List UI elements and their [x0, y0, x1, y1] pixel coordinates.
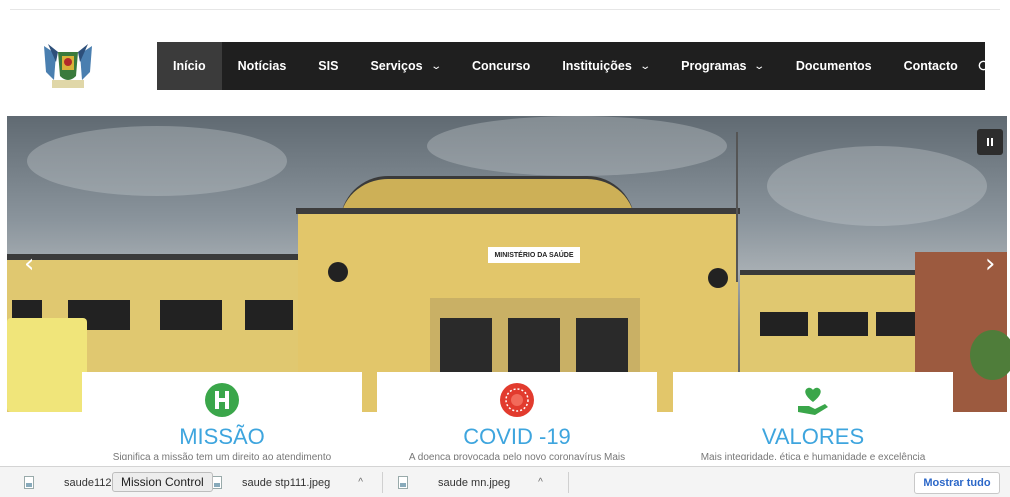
- download-item[interactable]: saude stp111.jpeg ^: [212, 467, 363, 497]
- nav-item-programas[interactable]: Programas ⌄: [665, 42, 780, 90]
- card-valores[interactable]: VALORES Mais integridade, ética e humani…: [673, 372, 953, 462]
- nav-label: SIS: [318, 59, 339, 73]
- chevron-down-icon: ⌄: [753, 60, 766, 72]
- file-icon: [24, 476, 34, 489]
- nav-item-instituicoes[interactable]: Instituições ⌄: [546, 42, 665, 90]
- download-filename: saude112: [64, 476, 112, 489]
- nav-label: Concurso: [471, 59, 531, 73]
- heart-hand-icon: [798, 387, 828, 415]
- main-nav: Início Notícias SIS Serviços ⌄ Concurso I…: [157, 42, 991, 90]
- sky-cloud: [767, 146, 987, 226]
- card-text: A doença provocada pelo novo coronavírus…: [408, 452, 626, 460]
- virus-icon: [500, 383, 534, 417]
- coat-of-arms-logo[interactable]: [40, 42, 96, 92]
- antenna-pole: [736, 132, 738, 282]
- card-title: VALORES: [761, 424, 865, 449]
- roof-edge: [7, 254, 307, 260]
- window: [160, 300, 222, 330]
- ambulance: [7, 318, 87, 412]
- download-item[interactable]: saude mn.jpeg ^: [398, 467, 543, 497]
- pause-icon: [987, 138, 993, 146]
- download-filename: saude stp111.jpeg: [242, 476, 331, 489]
- sky-cloud: [27, 126, 287, 196]
- window: [760, 312, 808, 336]
- nav-item-servicos[interactable]: Serviços ⌄: [354, 42, 456, 90]
- nav-label: Instituições: [562, 59, 632, 73]
- file-icon: [212, 476, 222, 489]
- tooltip: Mission Control: [112, 472, 213, 492]
- slider-prev-button[interactable]: ‹: [24, 251, 34, 277]
- card-covid[interactable]: COVID -19 A doença provocada pelo novo c…: [377, 372, 657, 462]
- chevron-up-icon[interactable]: ^: [358, 477, 363, 488]
- nav-label: Contacto: [903, 59, 958, 73]
- divider: [382, 472, 383, 493]
- nav-item-noticias[interactable]: Notícias: [222, 42, 303, 90]
- sky-cloud: [427, 116, 727, 176]
- roof-edge: [296, 208, 740, 214]
- chevron-down-icon: ⌄: [429, 60, 442, 72]
- search-button[interactable]: [978, 42, 991, 90]
- chevron-up-icon[interactable]: ^: [538, 477, 543, 488]
- pause-button[interactable]: [977, 129, 1003, 155]
- divider: [568, 472, 569, 493]
- show-all-button[interactable]: Mostrar tudo: [914, 472, 1000, 494]
- nav-label: Programas: [681, 59, 747, 73]
- tree: [970, 330, 1010, 380]
- hospital-h-icon: [205, 383, 239, 417]
- card-title: MISSÃO: [179, 424, 265, 449]
- round-window: [328, 262, 348, 282]
- nav-label: Notícias: [237, 59, 287, 73]
- download-filename: saude mn.jpeg: [438, 476, 511, 489]
- chevron-down-icon: ⌄: [639, 60, 651, 72]
- round-window: [708, 268, 728, 288]
- download-item[interactable]: saude112: [24, 467, 112, 497]
- slider-next-button[interactable]: ›: [985, 251, 995, 277]
- top-divider: [10, 9, 1000, 10]
- nav-label: Documentos: [795, 59, 872, 73]
- window: [818, 312, 868, 336]
- nav-item-contacto[interactable]: Contacto: [888, 42, 974, 90]
- nav-item-sis[interactable]: SIS: [302, 42, 354, 90]
- building-sign: MINISTÉRIO DA SAÚDE: [488, 247, 580, 263]
- nav-label: Serviços: [370, 59, 423, 73]
- nav-item-concurso[interactable]: Concurso: [456, 42, 546, 90]
- nav-label: Início: [173, 59, 206, 73]
- card-title: COVID -19: [463, 424, 571, 449]
- nav-item-inicio[interactable]: Início: [157, 42, 222, 90]
- nav-item-documentos[interactable]: Documentos: [780, 42, 888, 90]
- window: [245, 300, 293, 330]
- card-text: Significa a missão tem um direito ao ate…: [112, 452, 332, 460]
- search-icon: [978, 60, 991, 72]
- card-missao[interactable]: MISSÃO Significa a missão tem um direito…: [82, 372, 362, 462]
- file-icon: [398, 476, 408, 489]
- card-text: Mais integridade, ética e humanidade e e…: [700, 452, 926, 460]
